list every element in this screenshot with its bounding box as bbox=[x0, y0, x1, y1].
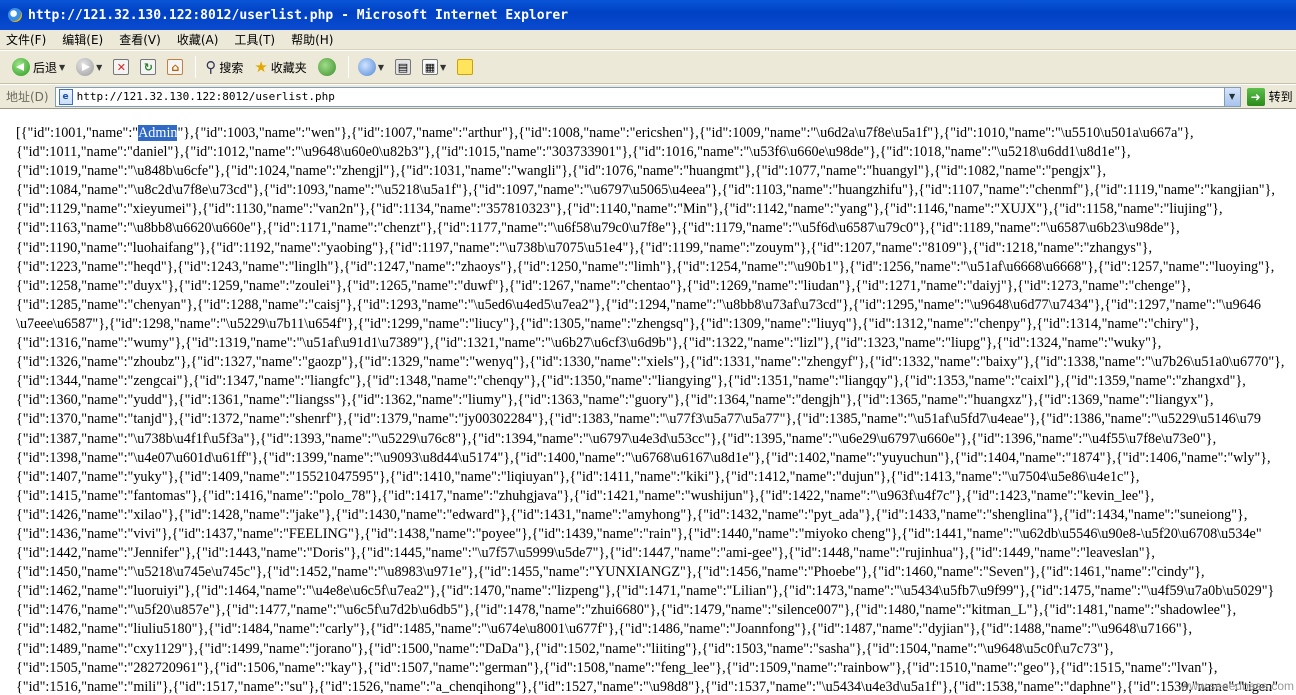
forward-dropdown-icon[interactable]: ▼ bbox=[96, 63, 102, 72]
search-button[interactable]: ⚲ 搜索 bbox=[201, 54, 247, 80]
back-dropdown-icon[interactable]: ▼ bbox=[59, 63, 65, 72]
json-line: {"id":1462,"name":"luoruiyi"},{"id":1464… bbox=[16, 583, 1275, 600]
menu-bar: 文件(F) 编辑(E) 查看(V) 收藏(A) 工具(T) 帮助(H) bbox=[0, 30, 1296, 50]
json-line: {"id":1360,"name":"yudd"},{"id":1361,"na… bbox=[16, 392, 1214, 409]
toolbar-separator bbox=[195, 56, 197, 78]
refresh-button[interactable]: ↻ bbox=[136, 54, 160, 80]
json-line: {"id":1370,"name":"tanjd"},{"id":1372,"n… bbox=[16, 411, 1261, 428]
json-line: {"id":1344,"name":"zengcai"},{"id":1347,… bbox=[16, 373, 1246, 390]
address-bar: 地址(D) e http://121.32.130.122:8012/userl… bbox=[0, 85, 1296, 109]
json-line: {"id":1223,"name":"heqd"},{"id":1243,"na… bbox=[16, 258, 1275, 275]
note-icon bbox=[457, 59, 474, 75]
json-line: {"id":1011,"name":"daniel"},{"id":1012,"… bbox=[16, 144, 1131, 161]
page-content: [{"id":1001,"name":"Admin"},{"id":1003,"… bbox=[0, 110, 1296, 695]
toolbar-separator bbox=[347, 56, 349, 78]
go-button[interactable]: ➜ 转到 bbox=[1246, 87, 1293, 106]
refresh-icon: ↻ bbox=[140, 59, 157, 75]
forward-arrow-icon bbox=[76, 58, 95, 76]
json-line: \u7eee\u6587"},{"id":1298,"name":"\u5229… bbox=[16, 315, 1199, 332]
edit-page-icon: ▦ bbox=[421, 59, 438, 75]
json-line: {"id":1505,"name":"282720961"},{"id":150… bbox=[16, 659, 1218, 676]
media-button[interactable] bbox=[314, 54, 340, 80]
star-icon: ★ bbox=[254, 58, 268, 76]
json-line: {"id":1387,"name":"\u738b\u4f1f\u5f3a"},… bbox=[16, 430, 1217, 447]
back-arrow-icon bbox=[12, 58, 30, 76]
back-button[interactable]: 后退 ▼ bbox=[8, 54, 69, 80]
edit-dropdown-icon[interactable]: ▼ bbox=[440, 63, 446, 72]
json-line: {"id":1442,"name":"Jennifer"},{"id":1443… bbox=[16, 545, 1155, 562]
printer-icon: ▤ bbox=[394, 59, 411, 75]
window-title: http://121.32.130.122:8012/userlist.php … bbox=[28, 7, 569, 23]
ie-icon bbox=[8, 8, 22, 22]
json-line: {"id":1426,"name":"xilao"},{"id":1428,"n… bbox=[16, 506, 1248, 523]
json-line: {"id":1476,"name":"\u5f20\u857e"},{"id":… bbox=[16, 602, 1237, 619]
home-icon: ⌂ bbox=[167, 59, 184, 75]
home-button[interactable]: ⌂ bbox=[163, 54, 187, 80]
search-icon: ⚲ bbox=[205, 58, 217, 76]
media-icon bbox=[317, 58, 336, 76]
json-line: {"id":1415,"name":"fantomas"},{"id":1416… bbox=[16, 487, 1155, 504]
stop-button[interactable]: ✕ bbox=[109, 54, 133, 80]
print-button[interactable]: ▤ bbox=[391, 54, 415, 80]
menu-file[interactable]: 文件(F) bbox=[6, 31, 46, 48]
json-line: {"id":1019,"name":"\u848b\u6cfe"},{"id":… bbox=[16, 163, 1107, 180]
json-line: {"id":1326,"name":"zhoubz"},{"id":1327,"… bbox=[16, 354, 1285, 371]
json-line: [{"id":1001,"name":"Admin"},{"id":1003,"… bbox=[16, 124, 1296, 143]
json-line: {"id":1285,"name":"chenyan"},{"id":1288,… bbox=[16, 296, 1261, 313]
json-line: {"id":1129,"name":"xieyumei"},{"id":1130… bbox=[16, 201, 1223, 218]
address-label: 地址(D) bbox=[6, 90, 49, 104]
standard-toolbar: 后退 ▼ ▼ ✕ ↻ ⌂ ⚲ 搜索 ★ 收藏夹 ▼ ▤ ▦ ▼ bbox=[0, 51, 1296, 84]
menu-favorites[interactable]: 收藏(A) bbox=[177, 31, 219, 48]
json-lines: {"id":1011,"name":"daniel"},{"id":1012,"… bbox=[16, 143, 1296, 695]
json-line: {"id":1450,"name":"\u5218\u745e\u745c"},… bbox=[16, 564, 1205, 581]
json-prefix: [{"id":1001,"name":" bbox=[16, 125, 139, 141]
json-line: {"id":1482,"name":"liuliu5180"},{"id":14… bbox=[16, 621, 1193, 638]
json-line: {"id":1084,"name":"\u8c2d\u7f8e\u73cd"},… bbox=[16, 182, 1275, 199]
go-label: 转到 bbox=[1268, 90, 1293, 104]
search-label: 搜索 bbox=[219, 60, 244, 75]
watermark: www.seeedbase.com bbox=[1180, 679, 1294, 693]
menu-view[interactable]: 查看(V) bbox=[119, 31, 161, 48]
forward-button[interactable]: ▼ bbox=[72, 54, 106, 80]
json-line: {"id":1258,"name":"duyx"},{"id":1259,"na… bbox=[16, 277, 1191, 294]
menu-help[interactable]: 帮助(H) bbox=[291, 31, 333, 48]
back-label: 后退 bbox=[33, 60, 58, 75]
json-line: {"id":1489,"name":"cxy1129"},{"id":1499,… bbox=[16, 640, 1114, 657]
address-dropdown-icon[interactable]: ▼ bbox=[1223, 87, 1240, 106]
history-dropdown-icon[interactable]: ▼ bbox=[378, 63, 384, 72]
address-url[interactable]: http://121.32.130.122:8012/userlist.php bbox=[77, 90, 1224, 103]
menu-edit[interactable]: 编辑(E) bbox=[62, 31, 103, 48]
history-button[interactable]: ▼ bbox=[354, 54, 388, 80]
address-input[interactable]: e http://121.32.130.122:8012/userlist.ph… bbox=[54, 86, 1241, 107]
go-arrow-icon: ➜ bbox=[1246, 87, 1265, 106]
menu-tools[interactable]: 工具(T) bbox=[234, 31, 275, 48]
json-line: {"id":1190,"name":"luohaifang"},{"id":11… bbox=[16, 239, 1153, 256]
page-icon: e bbox=[58, 88, 73, 105]
json-line: {"id":1436,"name":"vivi"},{"id":1437,"na… bbox=[16, 525, 1262, 542]
json-line: {"id":1398,"name":"\u4e07\u601d\u61ff"},… bbox=[16, 449, 1271, 466]
favorites-button[interactable]: ★ 收藏夹 bbox=[250, 54, 310, 80]
selected-text[interactable]: Admin bbox=[138, 125, 178, 141]
json-line: {"id":1163,"name":"\u8bb8\u6620\u660e"},… bbox=[16, 220, 1180, 237]
window-titlebar[interactable]: http://121.32.130.122:8012/userlist.php … bbox=[0, 0, 1296, 30]
history-icon bbox=[357, 58, 376, 76]
json-line: {"id":1407,"name":"yuky"},{"id":1409,"na… bbox=[16, 468, 1140, 485]
favorites-label: 收藏夹 bbox=[270, 60, 307, 75]
messenger-button[interactable] bbox=[453, 54, 477, 80]
json-suffix: "},{"id":1003,"name":"wen"},{"id":1007,"… bbox=[177, 125, 1194, 141]
json-output: [{"id":1001,"name":"Admin"},{"id":1003,"… bbox=[16, 124, 1296, 695]
edit-button[interactable]: ▦ ▼ bbox=[418, 54, 450, 80]
json-line: {"id":1516,"name":"mili"},{"id":1517,"na… bbox=[16, 678, 1279, 695]
stop-icon: ✕ bbox=[113, 59, 130, 75]
json-line: {"id":1316,"name":"wumy"},{"id":1319,"na… bbox=[16, 335, 1162, 352]
